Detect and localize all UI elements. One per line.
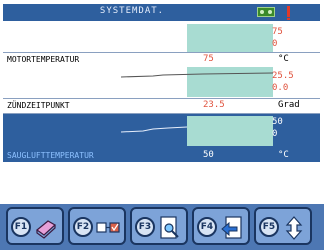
book-icon (36, 220, 57, 239)
graph-zuendzeitpunkt[interactable]: 25.5 0.0 (3, 67, 320, 99)
row-value: 23.5 (203, 100, 225, 110)
row-saugluft-selected[interactable]: SAUGLUFTTEMPERATUR 50 °C (3, 148, 320, 162)
row-label: MOTORTEMPERATUR (7, 55, 80, 64)
f3-label: F3 (135, 217, 155, 237)
graph-min: 0 (272, 39, 278, 49)
f4-button[interactable]: F4 (192, 207, 250, 245)
row-value: 50 (203, 150, 214, 160)
f2-label: F2 (73, 217, 93, 237)
row-zuendzeitpunkt[interactable]: ZÜNDZEITPUNKT 23.5 Grad (3, 98, 320, 114)
row-unit: Grad (278, 100, 300, 110)
f5-label: F5 (259, 217, 279, 237)
row-unit: °C (278, 150, 289, 160)
f1-label: F1 (11, 217, 31, 237)
graph-max: 25.5 (272, 71, 294, 81)
back-arrow-document-icon (221, 216, 242, 239)
f5-button[interactable]: F5 (254, 207, 312, 245)
battery-icon (257, 7, 275, 17)
empty-area (3, 163, 320, 204)
graph-saugluft-selected[interactable]: 50 0 (3, 114, 320, 148)
row-value: 75 (203, 54, 214, 64)
graph-max: 75 (272, 27, 283, 37)
f2-button[interactable]: F2 (68, 207, 126, 245)
up-down-arrows-icon (285, 216, 303, 240)
f3-button[interactable]: F3 (130, 207, 188, 245)
toggle-icon (96, 222, 120, 233)
row-label: ZÜNDZEITPUNKT (7, 101, 70, 110)
screen: SYSTEMDAT. 75 0 MOTORTEMPERATUR 75 °C 25… (0, 0, 324, 250)
row-label: SAUGLUFTTEMPERATUR (7, 151, 94, 160)
f4-label: F4 (197, 217, 217, 237)
function-key-bar: F1 F2 F3 F4 F5 (0, 204, 324, 250)
row-unit: °C (278, 54, 289, 64)
graph-min: 0.0 (272, 83, 289, 93)
warning-icon (287, 6, 290, 20)
graph-min: 0 (272, 129, 278, 139)
header-title: SYSTEMDAT. (99, 6, 165, 16)
magnify-document-icon (160, 216, 179, 239)
row-motortemperatur[interactable]: MOTORTEMPERATUR 75 °C (3, 52, 320, 68)
f1-button[interactable]: F1 (6, 207, 64, 245)
header-bar: SYSTEMDAT. (3, 4, 320, 21)
graph-max: 50 (272, 117, 283, 127)
